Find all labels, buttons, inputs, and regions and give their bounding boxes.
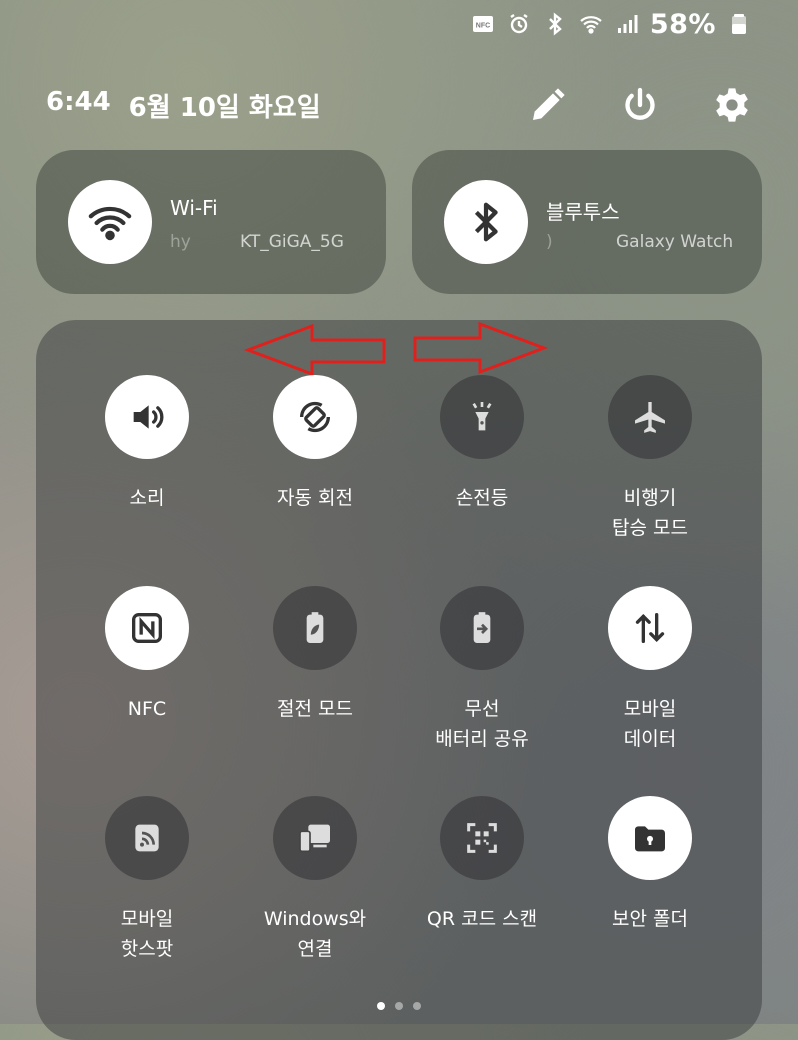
tile-button[interactable] <box>273 586 357 670</box>
page-dot[interactable] <box>377 1002 385 1010</box>
left-arrow-annotation <box>243 323 386 377</box>
tile-label: QR 코드 스캔 <box>426 908 538 930</box>
flashlight-icon <box>472 402 492 431</box>
link-windows-icon <box>299 824 330 853</box>
tile-link-windows[interactable]: Windows와 연결 <box>231 796 399 964</box>
sound-icon <box>133 405 164 429</box>
right-arrow-annotation <box>413 321 549 375</box>
tile-button[interactable] <box>608 796 692 880</box>
tile-button[interactable] <box>273 796 357 880</box>
tile-button[interactable] <box>105 796 189 880</box>
tile-label: NFC <box>127 698 167 720</box>
nfc-tile-icon <box>132 613 162 643</box>
tile-button[interactable] <box>440 586 524 670</box>
qr-scan-icon <box>467 823 497 853</box>
tile-nfc-tile[interactable]: NFC <box>63 586 231 724</box>
tile-label: 절전 모드 <box>277 698 353 720</box>
tile-airplane[interactable]: 비행기 탑승 모드 <box>566 375 734 543</box>
wireless-powershare-icon <box>473 612 491 643</box>
tile-auto-rotate[interactable]: 자동 회전 <box>231 375 399 513</box>
auto-rotate-icon <box>299 401 331 433</box>
page-dot[interactable] <box>395 1002 403 1010</box>
secure-folder-icon <box>635 826 665 852</box>
tile-button[interactable] <box>440 375 524 459</box>
tile-label: Windows와 연결 <box>263 908 367 960</box>
tile-label: 모바일 데이터 <box>623 698 677 750</box>
tile-label: 비행기 탑승 모드 <box>612 487 688 539</box>
tile-sound[interactable]: 소리 <box>63 375 231 513</box>
tile-button[interactable] <box>273 375 357 459</box>
airplane-icon <box>635 402 665 433</box>
tile-button[interactable] <box>440 796 524 880</box>
tile-label: 모바일 핫스팟 <box>120 908 174 960</box>
tile-button[interactable] <box>608 375 692 459</box>
tile-label: 보안 폴더 <box>612 908 688 930</box>
tile-button[interactable] <box>105 375 189 459</box>
tile-label: 자동 회전 <box>277 487 353 509</box>
tile-qr-scan[interactable]: QR 코드 스캔 <box>398 796 566 934</box>
tile-mobile-data[interactable]: 모바일 데이터 <box>566 586 734 754</box>
page-indicator <box>377 1002 421 1010</box>
power-saving-icon <box>306 612 324 643</box>
tile-power-saving[interactable]: 절전 모드 <box>231 586 399 724</box>
page-dot[interactable] <box>413 1002 421 1010</box>
mobile-data-icon <box>635 613 665 643</box>
tile-label: 손전등 <box>455 487 509 509</box>
hotspot-icon <box>135 824 159 852</box>
tile-wireless-powershare[interactable]: 무선 배터리 공유 <box>398 586 566 754</box>
tile-hotspot[interactable]: 모바일 핫스팟 <box>63 796 231 964</box>
tile-label: 소리 <box>129 487 165 509</box>
tile-label: 무선 배터리 공유 <box>435 698 529 750</box>
tile-flashlight[interactable]: 손전등 <box>398 375 566 513</box>
tile-button[interactable] <box>105 586 189 670</box>
tile-secure-folder[interactable]: 보안 폴더 <box>566 796 734 934</box>
tile-button[interactable] <box>608 586 692 670</box>
